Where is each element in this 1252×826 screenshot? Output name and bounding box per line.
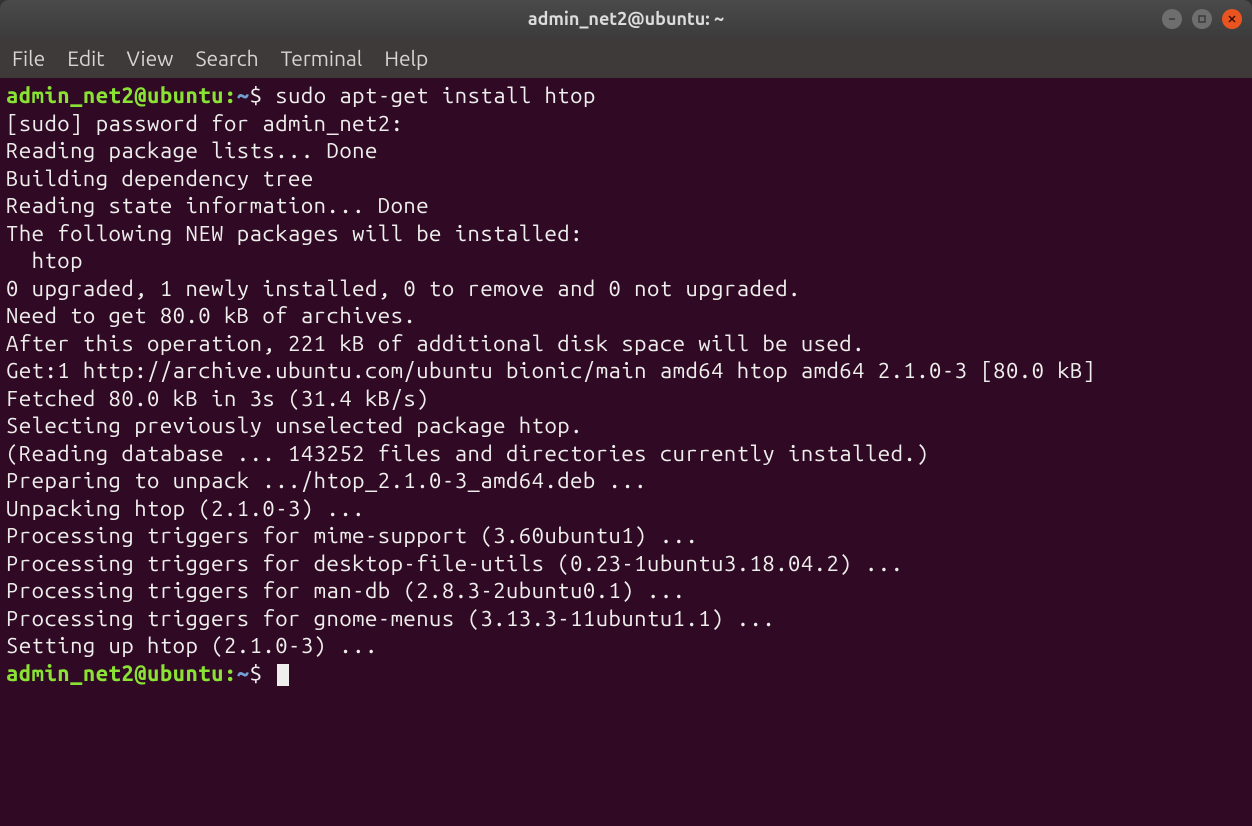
output-line: Unpacking htop (2.1.0-3) ... [6, 496, 365, 521]
output-line: 0 upgraded, 1 newly installed, 0 to remo… [6, 276, 801, 301]
output-line: Get:1 http://archive.ubuntu.com/ubuntu b… [6, 358, 1096, 383]
minimize-button[interactable] [1162, 9, 1182, 29]
terminal-body[interactable]: admin_net2@ubuntu:~$ sudo apt-get instal… [0, 78, 1252, 826]
command-input: sudo apt-get install htop [275, 83, 596, 108]
prompt-symbol: $ [250, 83, 263, 108]
output-line: Processing triggers for gnome-menus (3.1… [6, 606, 775, 631]
menubar: File Edit View Search Terminal Help [0, 38, 1252, 78]
output-line: [sudo] password for admin_net2: [6, 111, 403, 136]
maximize-icon [1197, 14, 1207, 24]
menu-search[interactable]: Search [195, 46, 258, 70]
output-line: Processing triggers for desktop-file-uti… [6, 551, 903, 576]
maximize-button[interactable] [1192, 9, 1212, 29]
output-line: Building dependency tree [6, 166, 314, 191]
prompt-user-host: admin_net2@ubuntu [6, 661, 224, 686]
output-line: Reading package lists... Done [6, 138, 378, 163]
output-line: Preparing to unpack .../htop_2.1.0-3_amd… [6, 468, 647, 493]
prompt-colon: : [224, 661, 237, 686]
menu-file[interactable]: File [12, 46, 45, 70]
minimize-icon [1167, 14, 1177, 24]
output-line: Setting up htop (2.1.0-3) ... [6, 633, 378, 658]
titlebar[interactable]: admin_net2@ubuntu: ~ [0, 0, 1252, 38]
prompt-colon: : [224, 83, 237, 108]
output-line: Selecting previously unselected package … [6, 413, 583, 438]
output-line: After this operation, 221 kB of addition… [6, 331, 865, 356]
output-line: Reading state information... Done [6, 193, 429, 218]
window-controls [1162, 9, 1242, 29]
output-line: Need to get 80.0 kB of archives. [6, 303, 416, 328]
close-button[interactable] [1222, 9, 1242, 29]
menu-help[interactable]: Help [384, 46, 428, 70]
output-line: Fetched 80.0 kB in 3s (31.4 kB/s) [6, 386, 429, 411]
output-line: Processing triggers for man-db (2.8.3-2u… [6, 578, 685, 603]
menu-view[interactable]: View [126, 46, 173, 70]
prompt-path: ~ [237, 83, 250, 108]
output-line: htop [6, 248, 83, 273]
output-line: The following NEW packages will be insta… [6, 221, 583, 246]
prompt-path: ~ [237, 661, 250, 686]
prompt-symbol: $ [250, 661, 263, 686]
close-icon [1227, 14, 1237, 24]
output-line: (Reading database ... 143252 files and d… [6, 441, 929, 466]
menu-edit[interactable]: Edit [67, 46, 104, 70]
prompt-user-host: admin_net2@ubuntu [6, 83, 224, 108]
terminal-window: admin_net2@ubuntu: ~ File Edit View Sear… [0, 0, 1252, 826]
menu-terminal[interactable]: Terminal [281, 46, 363, 70]
cursor [277, 664, 289, 686]
output-line: Processing triggers for mime-support (3.… [6, 523, 698, 548]
window-title: admin_net2@ubuntu: ~ [528, 9, 724, 29]
